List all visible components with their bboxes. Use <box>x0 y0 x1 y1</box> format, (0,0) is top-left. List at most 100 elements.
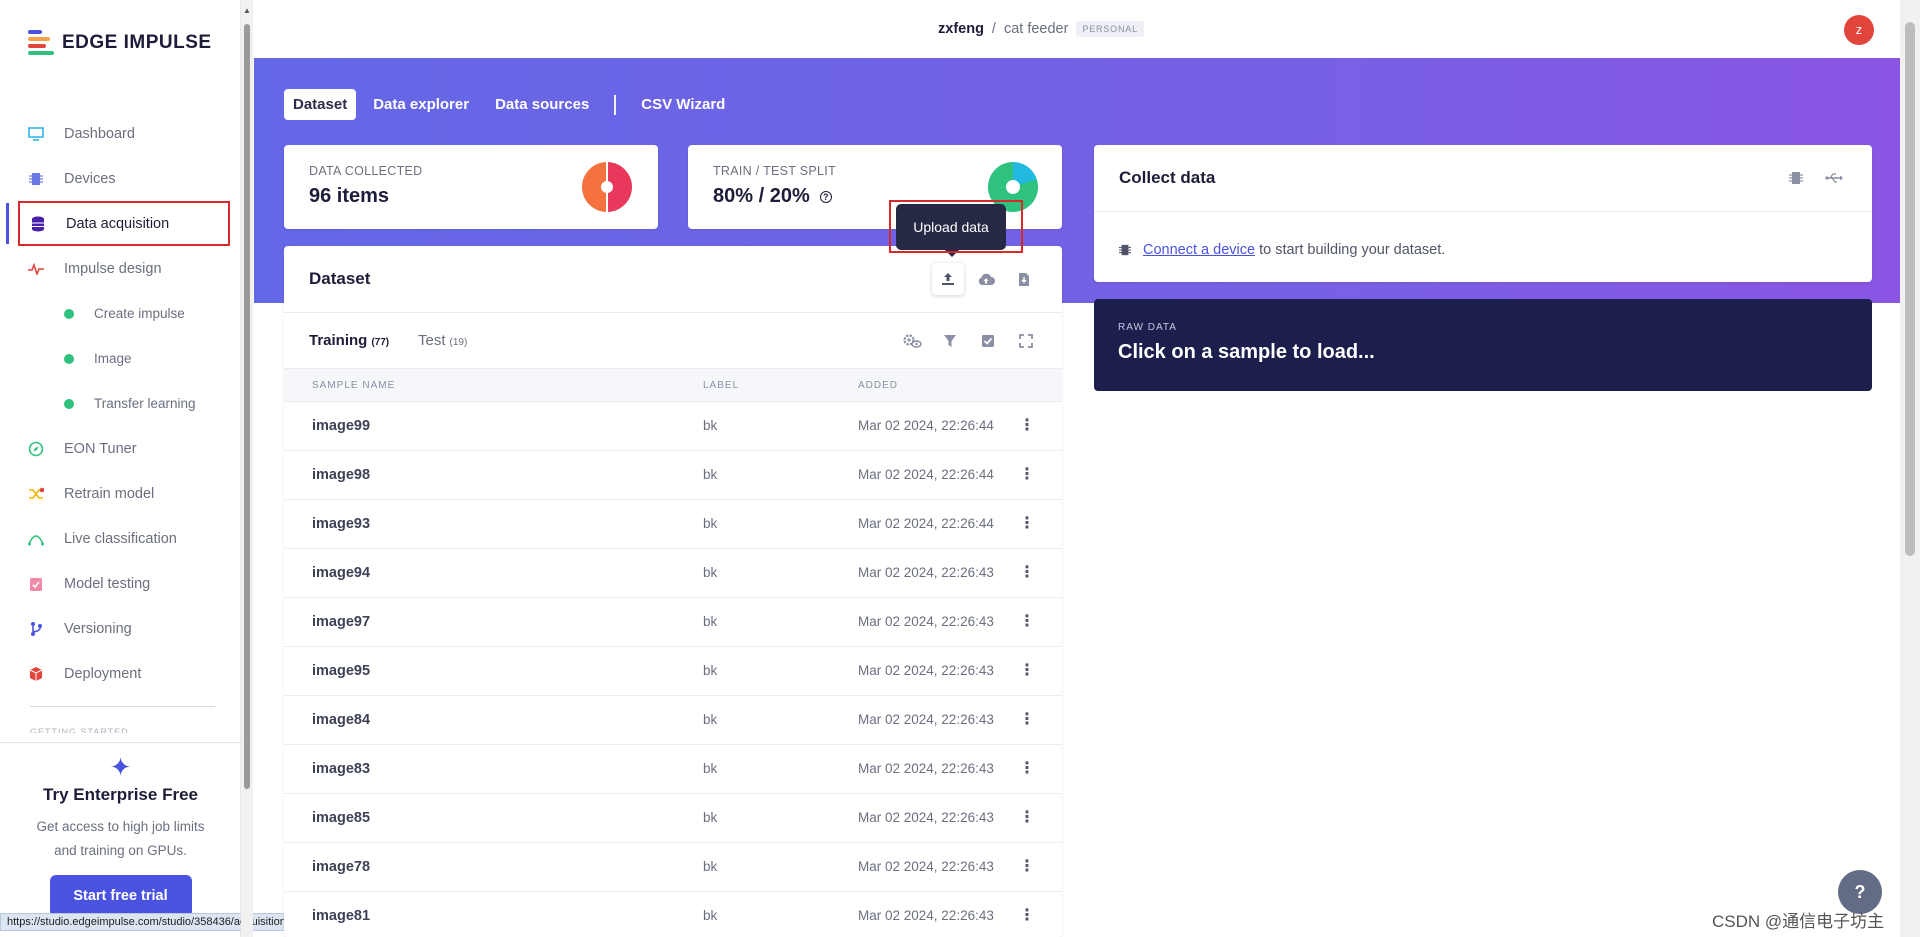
table-row[interactable]: image81 bk Mar 02 2024, 22:26:43 ⋮ <box>284 892 1062 937</box>
tab-separator <box>614 94 617 115</box>
more-vertical-icon[interactable]: ⋮ <box>1019 562 1035 582</box>
more-vertical-icon[interactable]: ⋮ <box>1019 856 1035 876</box>
sidebar-item-label: Live classification <box>64 530 177 547</box>
sidebar-item-model-testing[interactable]: Model testing <box>18 561 230 606</box>
sidebar-item-devices[interactable]: Devices <box>18 156 230 201</box>
device-chip-button[interactable] <box>1780 162 1812 194</box>
sidebar-item-live-classification[interactable]: Live classification <box>18 516 230 561</box>
sidebar-item-impulse-design[interactable]: Impulse design <box>18 246 230 291</box>
sidebar-item-retrain-model[interactable]: Retrain model <box>18 471 230 516</box>
table-row[interactable]: image93 bk Mar 02 2024, 22:26:44 ⋮ <box>284 500 1062 549</box>
column-label[interactable]: LABEL <box>703 380 739 391</box>
table-row[interactable]: image85 bk Mar 02 2024, 22:26:43 ⋮ <box>284 794 1062 843</box>
export-file-button[interactable] <box>1008 263 1040 295</box>
sample-label: bk <box>703 516 718 531</box>
breadcrumb-project[interactable]: cat feeder <box>1004 21 1069 37</box>
sidebar-item-deployment[interactable]: Deployment <box>18 651 230 696</box>
status-dot-icon <box>64 398 74 409</box>
sample-added: Mar 02 2024, 22:26:44 <box>858 467 994 482</box>
connect-device-link[interactable]: Connect a device <box>1143 242 1255 258</box>
more-vertical-icon[interactable]: ⋮ <box>1019 758 1035 778</box>
tab-data-explorer[interactable]: Data explorer <box>364 89 478 120</box>
checkbox-icon <box>982 335 994 347</box>
more-vertical-icon[interactable]: ⋮ <box>1019 660 1035 680</box>
more-vertical-icon[interactable]: ⋮ <box>1019 611 1035 631</box>
tab-training[interactable]: Training (77) <box>309 332 389 349</box>
database-icon <box>30 216 46 232</box>
logo[interactable]: EDGE IMPULSE <box>28 30 212 55</box>
watermark: CSDN @通信电子坊主 <box>1712 912 1885 931</box>
clipboard-icon <box>28 576 44 592</box>
table-row[interactable]: image98 bk Mar 02 2024, 22:26:44 ⋮ <box>284 451 1062 500</box>
file-icon <box>1019 272 1029 286</box>
cloud-upload-button[interactable] <box>970 263 1002 295</box>
table-row[interactable]: image84 bk Mar 02 2024, 22:26:43 ⋮ <box>284 696 1062 745</box>
dataset-subtabs: Training (77) Test (19) <box>284 313 1062 369</box>
logo-icon <box>28 30 54 55</box>
shuffle-icon <box>28 486 44 502</box>
tab-csv-wizard[interactable]: CSV Wizard <box>632 89 734 120</box>
sample-name: image93 <box>312 516 371 532</box>
usb-icon <box>1825 173 1843 183</box>
sample-added: Mar 02 2024, 22:26:43 <box>858 761 994 776</box>
breadcrumb-user[interactable]: zxfeng <box>938 21 984 37</box>
sidebar-item-label: Transfer learning <box>94 396 196 411</box>
tab-test[interactable]: Test (19) <box>418 332 467 349</box>
more-vertical-icon[interactable]: ⋮ <box>1019 464 1035 484</box>
trial-desc-line-1: Get access to high job limits <box>36 819 205 834</box>
data-collected-label: DATA COLLECTED <box>309 164 423 178</box>
usb-button[interactable] <box>1818 162 1850 194</box>
avatar[interactable]: z <box>1844 15 1874 45</box>
more-vertical-icon[interactable]: ⋮ <box>1019 905 1035 925</box>
sidebar: EDGE IMPULSE Dashboard Devices Data acqu… <box>0 0 382 937</box>
upload-icon <box>942 273 954 285</box>
help-icon[interactable]: ? <box>819 190 832 203</box>
sidebar-item-label: Impulse design <box>64 260 162 277</box>
table-row[interactable]: image83 bk Mar 02 2024, 22:26:43 ⋮ <box>284 745 1062 794</box>
table-row[interactable]: image95 bk Mar 02 2024, 22:26:43 ⋮ <box>284 647 1062 696</box>
table-row[interactable]: image94 bk Mar 02 2024, 22:26:43 ⋮ <box>284 549 1062 598</box>
sample-added: Mar 02 2024, 22:26:44 <box>858 418 994 433</box>
main-scrollbar-thumb[interactable] <box>1905 22 1915 556</box>
raw-data-panel: RAW DATA Click on a sample to load... <box>1094 299 1872 391</box>
raw-data-label: RAW DATA <box>1118 322 1177 333</box>
table-row[interactable]: image97 bk Mar 02 2024, 22:26:43 ⋮ <box>284 598 1062 647</box>
more-vertical-icon[interactable]: ⋮ <box>1019 709 1035 729</box>
main-scrollbar[interactable] <box>1900 0 1920 937</box>
sidebar-item-eon-tuner[interactable]: EON Tuner <box>18 426 230 471</box>
enterprise-trial-panel: ✦ Try Enterprise Free Get access to high… <box>0 742 241 937</box>
sidebar-item-dashboard[interactable]: Dashboard <box>18 111 230 156</box>
sidebar-item-label: EON Tuner <box>64 440 137 457</box>
more-vertical-icon[interactable]: ⋮ <box>1019 807 1035 827</box>
start-free-trial-button[interactable]: Start free trial <box>49 875 192 917</box>
table-row[interactable]: image78 bk Mar 02 2024, 22:26:43 ⋮ <box>284 843 1062 892</box>
sidebar-item-image[interactable]: Image <box>18 336 230 381</box>
scroll-up-icon[interactable]: ▲ <box>243 6 251 15</box>
tab-data-sources[interactable]: Data sources <box>486 89 598 120</box>
column-added[interactable]: ADDED <box>858 380 898 391</box>
sidebar-scrollbar[interactable]: ▲ <box>241 0 253 937</box>
view-settings-button[interactable] <box>896 325 928 357</box>
train-test-split-percent: 80% / 20% <box>713 185 810 207</box>
upload-data-button[interactable] <box>932 263 964 295</box>
sample-name: image85 <box>312 810 371 826</box>
tab-dataset[interactable]: Dataset <box>284 89 357 120</box>
sample-label: bk <box>703 761 718 776</box>
table-row[interactable]: image99 bk Mar 02 2024, 22:26:44 ⋮ <box>284 402 1062 451</box>
select-button[interactable] <box>972 325 1004 357</box>
column-sample-name[interactable]: SAMPLE NAME <box>312 380 395 391</box>
collect-data-suffix: to start building your dataset. <box>1259 242 1446 258</box>
sidebar-item-data-acquisition[interactable]: Data acquisition <box>6 201 230 246</box>
sidebar-item-versioning[interactable]: Versioning <box>18 606 230 651</box>
sample-added: Mar 02 2024, 22:26:43 <box>858 663 994 678</box>
sidebar-item-create-impulse[interactable]: Create impulse <box>18 291 230 336</box>
sparkle-icon: ✦ <box>109 752 132 782</box>
more-vertical-icon[interactable]: ⋮ <box>1019 513 1035 533</box>
sidebar-item-transfer-learning[interactable]: Transfer learning <box>18 381 230 426</box>
sample-label: bk <box>703 859 718 874</box>
filter-button[interactable] <box>934 325 966 357</box>
expand-button[interactable] <box>1010 325 1042 357</box>
more-vertical-icon[interactable]: ⋮ <box>1019 415 1035 435</box>
data-collected-donut <box>582 162 632 212</box>
sidebar-scrollbar-thumb[interactable] <box>244 24 250 789</box>
